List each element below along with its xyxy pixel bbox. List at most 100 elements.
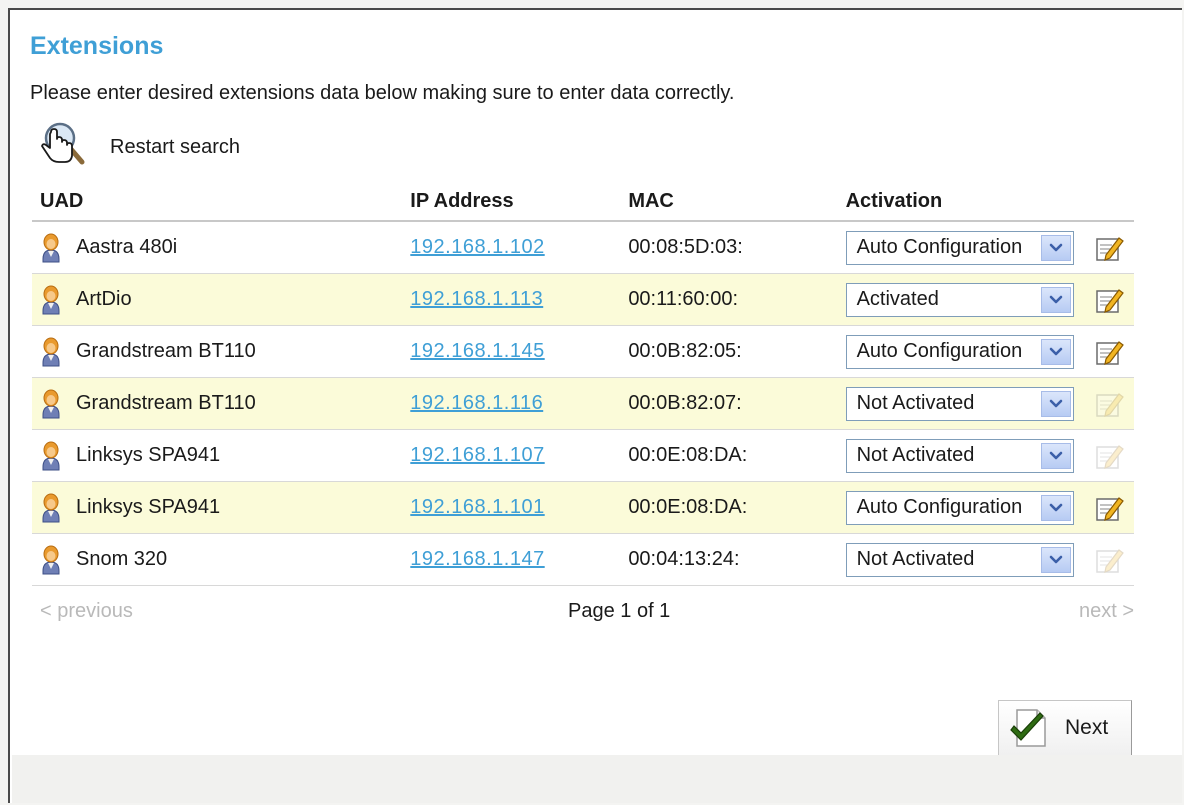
activation-select[interactable]: Auto Configuration [845,230,1074,265]
ip-cell: 192.168.1.145 [402,325,621,378]
ip-address-link[interactable]: 192.168.1.113 [410,288,543,310]
next-page-link[interactable]: next > [1079,600,1134,623]
chevron-down-icon [1049,243,1062,251]
table-row: Linksys SPA941 192.168.1.101 00:0E:08:DA: A… [32,481,1134,534]
activation-cell: Activated [837,273,1085,326]
dropdown-button[interactable] [1040,442,1071,469]
uad-name: Linksys SPA941 [76,496,221,518]
person-icon [42,233,60,262]
ip-cell: 192.168.1.107 [402,429,621,482]
activation-select[interactable]: Not Activated [845,386,1074,421]
restart-search-button[interactable]: Restart search [36,120,240,174]
dropdown-button[interactable] [1040,286,1071,313]
chevron-down-icon [1049,555,1062,563]
edit-cell [1084,377,1134,430]
uad-name: Aastra 480i [76,236,178,258]
previous-page-link[interactable]: < previous [40,600,133,623]
chevron-down-icon [1049,399,1062,407]
page-info: Page 1 of 1 [568,600,671,622]
ip-cell: 192.168.1.102 [402,221,621,274]
uad-cell: Linksys SPA941 [32,481,403,534]
activation-select[interactable]: Not Activated [845,438,1074,473]
table-row: Grandstream BT110 192.168.1.116 00:0B:82:0… [32,377,1134,430]
uad-name: Snom 320 [76,548,168,570]
header-edit [1084,182,1134,222]
table-row: Snom 320 192.168.1.147 00:04:13:24: Not Act… [32,533,1134,586]
edit-cell [1084,221,1134,274]
ip-cell: 192.168.1.116 [402,377,621,430]
table-header-row: UAD IP Address MAC Activation [32,182,1134,222]
activation-select[interactable]: Not Activated [845,542,1074,577]
activation-select[interactable]: Auto Configuration [845,490,1074,525]
table-row: Grandstream BT110 192.168.1.145 00:0B:82:0… [32,325,1134,378]
edit-icon[interactable] [1094,285,1125,315]
chevron-down-icon [1049,347,1062,355]
activation-value: Activated [856,288,939,310]
activation-cell: Not Activated [837,533,1085,586]
activation-value: Not Activated [856,444,975,466]
activation-cell: Auto Configuration [837,325,1085,378]
mac-cell: 00:0E:08:DA: [620,429,838,482]
dropdown-button[interactable] [1040,338,1071,365]
dropdown-button[interactable] [1040,494,1071,521]
mac-cell: 00:0E:08:DA: [620,481,838,534]
edit-cell [1084,325,1134,378]
intro-text: Please enter desired extensions data bel… [30,82,735,104]
activation-cell: Not Activated [837,429,1085,482]
edit-icon[interactable] [1094,233,1125,263]
edit-cell [1084,273,1134,326]
edit-icon [1096,444,1125,469]
next-button[interactable]: Next [998,700,1132,756]
mac-cell: 00:0B:82:05: [620,325,838,378]
ip-address-link[interactable]: 192.168.1.147 [410,548,544,570]
checkmark-document-icon [1010,709,1046,747]
activation-value: Auto Configuration [856,236,1023,258]
ip-cell: 192.168.1.113 [402,273,621,326]
activation-value: Not Activated [856,548,975,570]
uad-cell: ArtDio [32,273,403,326]
table-row: Aastra 480i 192.168.1.102 00:08:5D:03: Auto… [32,221,1134,274]
mac-cell: 00:08:5D:03: [620,221,838,274]
header-activation: Activation [837,182,1085,222]
ip-address-link[interactable]: 192.168.1.101 [410,496,544,518]
table-row: ArtDio 192.168.1.113 00:11:60:00: Activated [32,273,1134,326]
activation-cell: Auto Configuration [837,481,1085,534]
dropdown-button[interactable] [1040,546,1071,573]
activation-value: Auto Configuration [856,340,1023,362]
next-button-label: Next [1065,716,1109,739]
edit-icon [1096,392,1125,417]
table-row: Linksys SPA941 192.168.1.107 00:0E:08:DA: N… [32,429,1134,482]
uad-name: Grandstream BT110 [76,340,256,362]
ip-address-link[interactable]: 192.168.1.107 [410,444,544,466]
restart-search-label: Restart search [110,135,241,158]
person-icon [42,493,60,522]
ip-address-link[interactable]: 192.168.1.145 [410,340,544,362]
wizard-panel: Extensions Please enter desired extensio… [8,8,1182,803]
mac-cell: 00:11:60:00: [620,273,838,326]
ip-address-link[interactable]: 192.168.1.116 [410,392,543,414]
edit-icon[interactable] [1094,337,1125,367]
header-ip-address: IP Address [402,182,621,222]
mac-cell: 00:0B:82:07: [620,377,838,430]
person-icon [42,337,60,366]
chevron-down-icon [1049,451,1062,459]
dropdown-button[interactable] [1040,390,1071,417]
uad-name: Grandstream BT110 [76,392,256,414]
extensions-table: UAD IP Address MAC Activation Aastra 480… [32,182,1134,586]
ip-address-link[interactable]: 192.168.1.102 [410,236,544,258]
activation-select[interactable]: Activated [845,282,1074,317]
activation-select[interactable]: Auto Configuration [845,334,1074,369]
dropdown-button[interactable] [1040,234,1071,261]
chevron-down-icon [1049,295,1062,303]
person-icon [42,441,60,470]
ip-cell: 192.168.1.147 [402,533,621,586]
mac-cell: 00:04:13:24: [620,533,838,586]
uad-name: ArtDio [76,288,132,310]
uad-cell: Snom 320 [32,533,403,586]
uad-cell: Grandstream BT110 [32,325,403,378]
edit-icon[interactable] [1094,493,1125,523]
edit-cell [1084,533,1134,586]
edit-cell [1084,429,1134,482]
edit-icon [1096,548,1125,573]
activation-value: Auto Configuration [856,496,1023,518]
